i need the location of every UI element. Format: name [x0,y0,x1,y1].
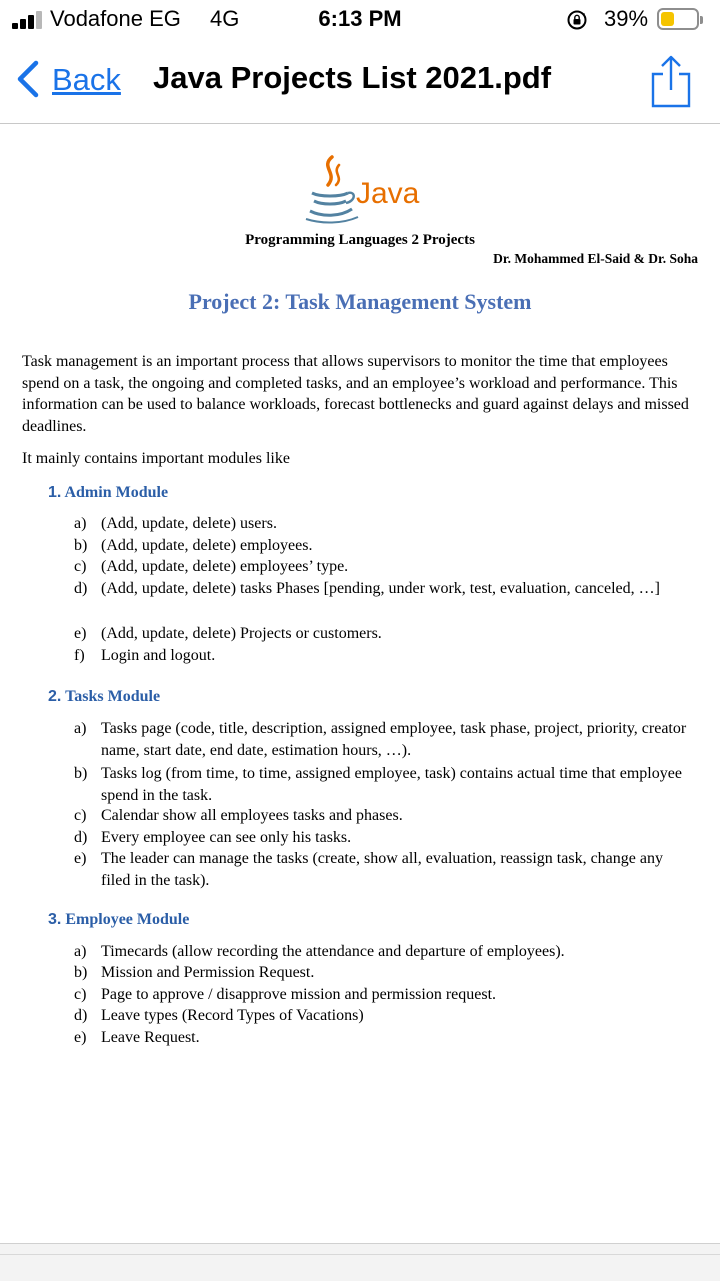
list-item: d) Every employee can see only his tasks. [74,829,352,846]
battery-level [661,12,674,26]
list-item: b) Mission and Permission Request. [74,964,315,981]
share-icon[interactable] [648,54,694,110]
modules-intro: It mainly contains important modules lik… [22,450,290,467]
list-item: a) (Add, update, delete) users. [74,515,277,532]
list-item: f) Login and logout. [74,647,216,664]
list-item: b) Tasks log (from time, to time, assigne… [74,765,682,804]
status-bar: Vodafone EG 4G 6:13 PM 39% [0,0,720,40]
project-title: Project 2: Task Management System [188,289,532,314]
list-item: d) (Add, update, delete) tasks Phases [pe… [74,580,660,597]
instructors: Dr. Mohammed El-Said & Dr. Soha [493,251,698,266]
back-button[interactable]: Back [14,54,138,104]
module-heading-admin: 1. Admin Module [48,484,169,501]
rotation-lock-icon [567,10,587,30]
battery-percentage: 39% [604,6,649,31]
list-item: e) The leader can manage the tasks (creat… [74,850,663,889]
bottom-toolbar [0,1243,720,1281]
list-item: c) (Add, update, delete) employees’ type. [74,558,349,575]
document-title: Java Projects List 2021.pdf [153,60,552,95]
list-item: c) Calendar show all employees tasks and … [74,807,403,824]
module-heading-tasks: 2. Tasks Module [48,688,161,705]
toolbar-divider [0,1254,720,1255]
back-label: Back [52,62,121,97]
chevron-left-icon [17,60,39,98]
battery-icon [657,8,703,30]
list-item: c) Page to approve / disapprove mission a… [74,986,497,1003]
list-item: a) Tasks page (code, title, description, … [74,720,687,759]
list-item: d) Leave types (Record Types of Vacations… [74,1007,364,1024]
list-item: b) (Add, update, delete) employees. [74,537,313,554]
course-title: Programming Languages 2 Projects [245,232,475,248]
intro-paragraph: Task management is an important process … [22,353,689,435]
list-item: e) (Add, update, delete) Projects or cust… [74,625,382,642]
navigation-bar: Back Java Projects List 2021.pdf [0,40,720,124]
pdf-page[interactable]: Java Programming Languages 2 Projects Dr… [0,125,720,1243]
list-item: e) Leave Request. [74,1029,200,1046]
list-item: a) Timecards (allow recording the attenda… [74,943,565,960]
java-logo-text: Java [356,177,420,210]
module-heading-employee: 3. Employee Module [48,911,190,928]
